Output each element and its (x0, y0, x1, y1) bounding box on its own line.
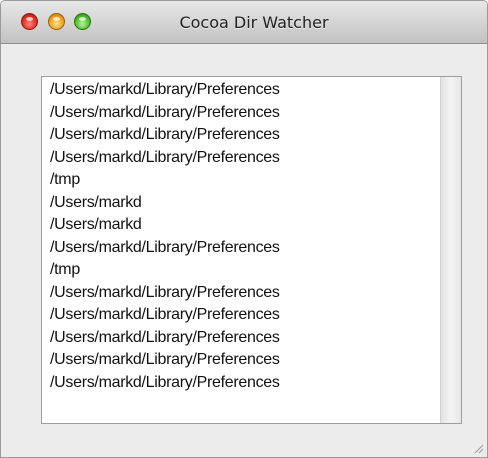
log-line: /Users/markd/Library/Preferences (50, 81, 280, 98)
log-line: /tmp (50, 171, 80, 188)
log-line: /Users/markd/Library/Preferences (50, 283, 280, 301)
log-line: /Users/markd/Library/Preferences (50, 148, 280, 166)
window-title: Cocoa Dir Watcher (179, 13, 329, 32)
log-line: /Users/markd/Library/Preferences (50, 306, 280, 323)
app-window: Cocoa Dir Watcher /Users/markd/Library/P… (0, 0, 488, 458)
log-lines: /Users/markd/Library/Preferences/Users/m… (50, 79, 442, 394)
title-bar[interactable]: Cocoa Dir Watcher (1, 1, 487, 44)
log-line: /Users/markd (50, 216, 142, 233)
log-line: /Users/markd/Library/Preferences (50, 351, 280, 368)
log-line: /Users/markd/Library/Preferences (50, 328, 280, 346)
log-line: /tmp (50, 261, 80, 278)
log-line: /Users/markd (50, 193, 142, 211)
log-line: /Users/markd/Library/Preferences (50, 238, 280, 256)
window-content: /Users/markd/Library/Preferences/Users/m… (1, 44, 487, 457)
vertical-scrollbar[interactable] (440, 77, 461, 423)
log-line: /Users/markd/Library/Preferences (50, 373, 280, 391)
log-line: /Users/markd/Library/Preferences (50, 126, 280, 143)
log-line: /Users/markd/Library/Preferences (50, 103, 280, 121)
log-text-view[interactable]: /Users/markd/Library/Preferences/Users/m… (41, 76, 462, 424)
resize-grip-icon[interactable] (472, 442, 484, 454)
